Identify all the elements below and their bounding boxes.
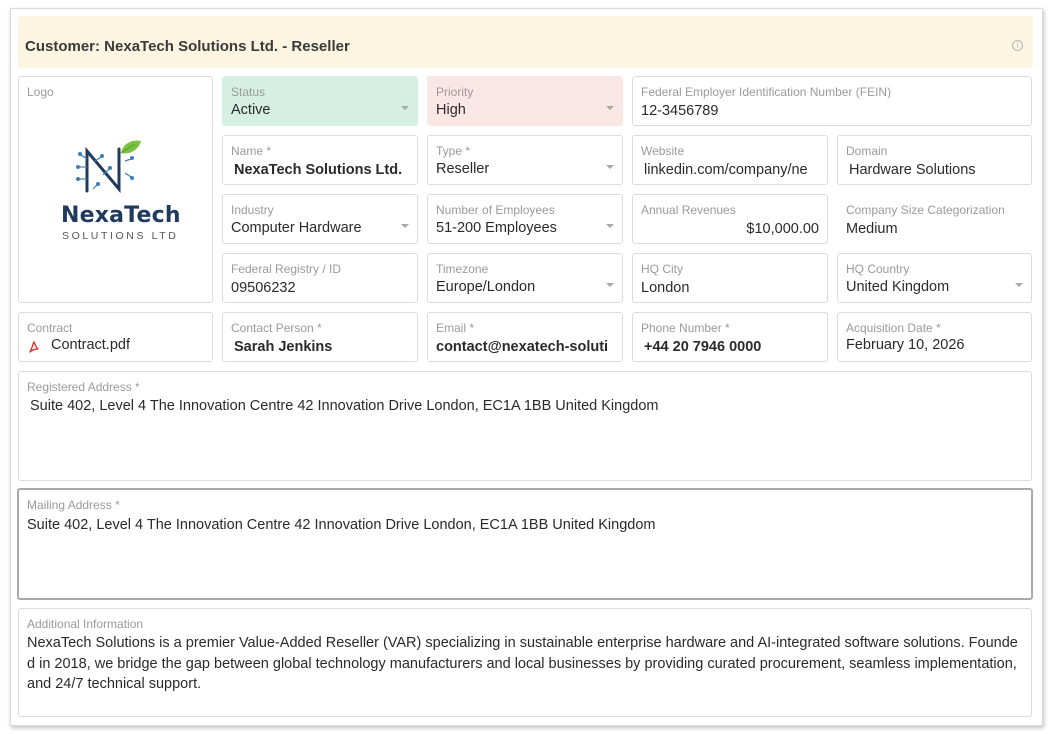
revenues-label: Annual Revenues: [641, 203, 736, 217]
phone-value: +44 20 7946 0000: [644, 339, 762, 355]
contract-filename[interactable]: Contract.pdf: [51, 337, 130, 353]
chevron-down-icon[interactable]: [606, 165, 614, 169]
size-value: Medium: [846, 221, 898, 237]
phone-label: Phone Number *: [641, 321, 730, 335]
priority-value: High: [436, 102, 466, 118]
acquisition-date-label: Acquisition Date *: [846, 321, 941, 335]
logo-wordmark: NexaTech: [61, 203, 181, 228]
contract-field[interactable]: Contract Contract.pdf: [18, 312, 213, 362]
employees-select[interactable]: Number of Employees 51-200 Employees: [427, 194, 623, 244]
contact-value: Sarah Jenkins: [234, 339, 333, 355]
website-field[interactable]: Website linkedin.com/company/ne: [632, 135, 828, 185]
timezone-value: Europe/London: [436, 279, 536, 295]
revenues-value: $10,000.00: [746, 221, 819, 237]
pdf-icon[interactable]: [27, 340, 41, 354]
chevron-down-icon[interactable]: [1015, 283, 1023, 287]
size-label: Company Size Categorization: [846, 203, 1005, 217]
hq-city-value: London: [641, 280, 690, 296]
website-label: Website: [641, 144, 685, 158]
type-label: Type *: [436, 144, 471, 158]
website-value: linkedin.com/company/ne: [644, 162, 808, 178]
size-field[interactable]: Company Size Categorization Medium: [837, 194, 1032, 244]
employees-label: Number of Employees: [436, 203, 555, 217]
type-select[interactable]: Type * Reseller: [427, 135, 623, 185]
logo-mark-icon: [76, 140, 141, 194]
name-label: Name *: [231, 144, 272, 158]
priority-select[interactable]: Priority High: [427, 76, 623, 126]
logo-label: Logo: [27, 85, 54, 99]
mailing-address-label: Mailing Address *: [27, 498, 120, 512]
page-header: Customer: NexaTech Solutions Ltd. - Rese…: [18, 16, 1033, 68]
fein-value: 12-3456789: [641, 103, 719, 119]
priority-label: Priority: [436, 85, 474, 99]
registry-value: 09506232: [231, 280, 296, 296]
domain-label: Domain: [846, 144, 888, 158]
page-title: Customer: NexaTech Solutions Ltd. - Rese…: [25, 38, 350, 55]
registry-label: Federal Registry / ID: [231, 262, 342, 276]
additional-info-label: Additional Information: [27, 617, 144, 631]
industry-label: Industry: [231, 203, 274, 217]
name-field[interactable]: Name * NexaTech Solutions Ltd.: [222, 135, 418, 185]
logo-field[interactable]: Logo NexaTech SOLUTIONS LTD: [18, 76, 213, 303]
email-value: contact@nexatech-soluti: [436, 339, 609, 355]
acquisition-date-field[interactable]: Acquisition Date * February 10, 2026: [837, 312, 1032, 362]
status-select[interactable]: Status Active: [222, 76, 418, 126]
chevron-down-icon[interactable]: [606, 224, 614, 228]
type-value: Reseller: [436, 161, 490, 177]
mailing-address-field[interactable]: Mailing Address * Suite 402, Level 4 The…: [17, 488, 1033, 600]
mailing-address-value: Suite 402, Level 4 The Innovation Centre…: [27, 517, 656, 533]
status-value: Active: [231, 102, 271, 118]
hq-country-select[interactable]: HQ Country United Kingdom: [837, 253, 1032, 303]
contract-label: Contract: [27, 321, 73, 335]
fein-field[interactable]: Federal Employer Identification Number (…: [632, 76, 1032, 126]
domain-value: Hardware Solutions: [849, 162, 976, 178]
contact-field[interactable]: Contact Person * Sarah Jenkins: [222, 312, 418, 362]
contact-label: Contact Person *: [231, 321, 322, 335]
acquisition-date-value: February 10, 2026: [846, 337, 965, 353]
chevron-down-icon[interactable]: [606, 106, 614, 110]
email-label: Email *: [436, 321, 475, 335]
additional-info-value: NexaTech Solutions is a premier Value-Ad…: [27, 635, 1018, 692]
timezone-select[interactable]: Timezone Europe/London: [427, 253, 623, 303]
registered-address-value: Suite 402, Level 4 The Innovation Centre…: [30, 398, 659, 414]
hq-country-value: United Kingdom: [846, 279, 950, 295]
registered-address-label: Registered Address *: [27, 380, 140, 394]
hq-country-label: HQ Country: [846, 262, 910, 276]
chevron-down-icon[interactable]: [606, 283, 614, 287]
employees-value: 51-200 Employees: [436, 220, 557, 236]
chevron-down-icon[interactable]: [401, 224, 409, 228]
email-field[interactable]: Email * contact@nexatech-soluti: [427, 312, 623, 362]
registered-address-field[interactable]: Registered Address * Suite 402, Level 4 …: [18, 371, 1032, 481]
chevron-down-icon[interactable]: [401, 106, 409, 110]
status-label: Status: [231, 85, 266, 99]
phone-field[interactable]: Phone Number * +44 20 7946 0000: [632, 312, 828, 362]
fein-label: Federal Employer Identification Number (…: [641, 85, 892, 99]
industry-select[interactable]: Industry Computer Hardware: [222, 194, 418, 244]
info-icon[interactable]: i: [1012, 40, 1023, 51]
logo-tagline: SOLUTIONS LTD: [62, 230, 179, 242]
timezone-label: Timezone: [436, 262, 489, 276]
hq-city-field[interactable]: HQ City London: [632, 253, 828, 303]
hq-city-label: HQ City: [641, 262, 683, 276]
domain-field[interactable]: Domain Hardware Solutions: [837, 135, 1032, 185]
additional-info-field[interactable]: Additional Information NexaTech Solution…: [18, 608, 1032, 717]
revenues-field[interactable]: Annual Revenues $10,000.00: [632, 194, 828, 244]
industry-value: Computer Hardware: [231, 220, 362, 236]
name-value: NexaTech Solutions Ltd.: [234, 162, 403, 178]
registry-field[interactable]: Federal Registry / ID 09506232: [222, 253, 418, 303]
